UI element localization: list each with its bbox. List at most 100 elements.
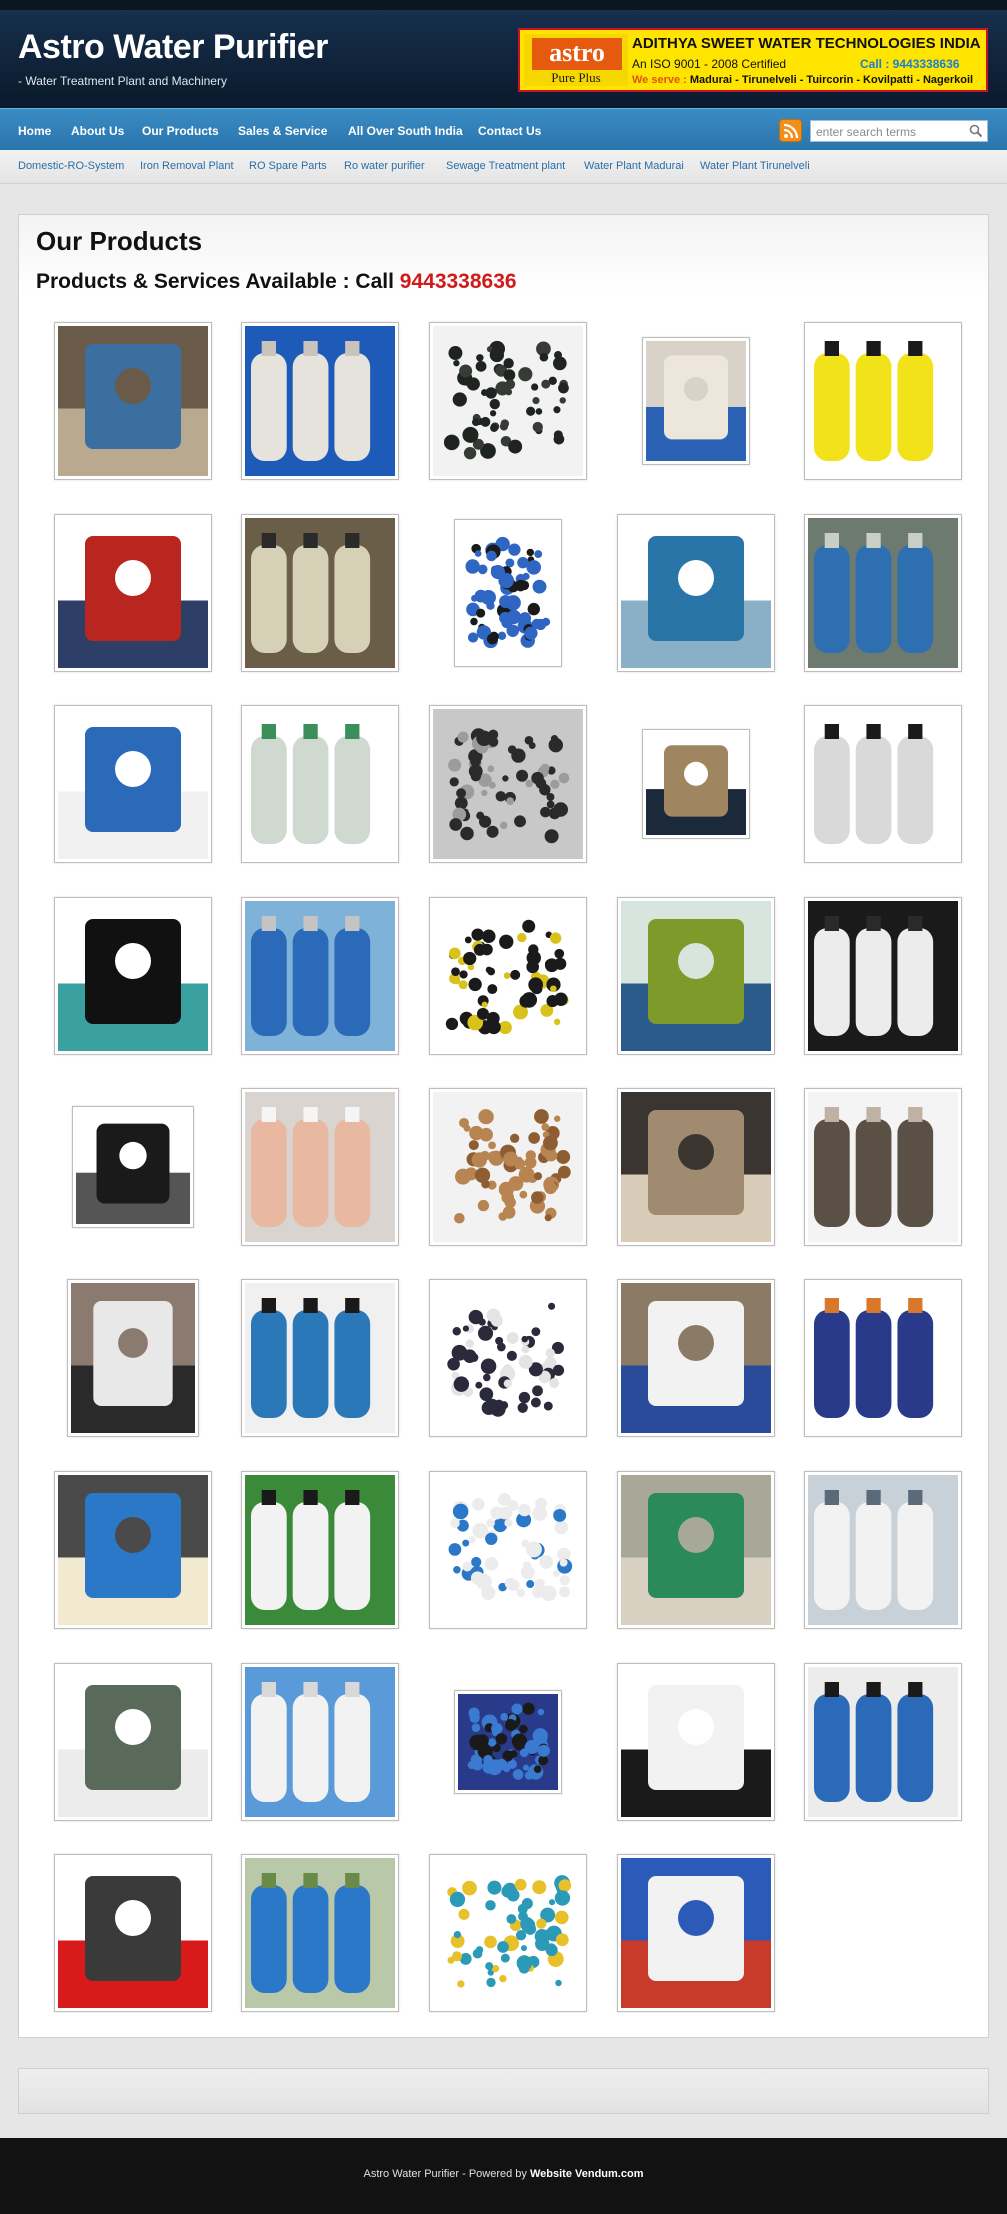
membrane-elements-image[interactable] xyxy=(642,729,750,839)
dosing-pump-navy-image[interactable] xyxy=(804,1279,962,1437)
sediment-cartridges-image[interactable] xyxy=(241,1471,399,1629)
string-wound-cartridges-image[interactable] xyxy=(642,337,750,465)
carbon-cartridges-image[interactable] xyxy=(54,1663,212,1821)
filter-housings-image-picture xyxy=(458,523,558,663)
filter-sand-image[interactable] xyxy=(429,1088,587,1246)
ro-membrane-image-picture xyxy=(58,1475,208,1625)
ro-membrane-image-graphic xyxy=(58,1493,208,1625)
manual-valve-image[interactable] xyxy=(72,1106,194,1228)
subnav-ro-water-purifier[interactable]: Ro water purifier xyxy=(344,160,425,172)
subnav-water-plant-madurai[interactable]: Water Plant Madurai xyxy=(584,160,684,172)
activated-carbon-image-graphic xyxy=(443,340,569,460)
frp-vessels-blue-image[interactable] xyxy=(804,514,962,672)
dosing-pump-yellow-image[interactable] xyxy=(804,322,962,480)
domestic-ro-unit-image[interactable] xyxy=(241,1663,399,1821)
dosing-pump-red-image[interactable] xyxy=(54,514,212,672)
dosing-pump-blue-image-picture xyxy=(245,1283,395,1433)
subnav-iron-removal-plant[interactable]: Iron Removal Plant xyxy=(140,160,234,172)
rotameters-image[interactable] xyxy=(241,705,399,863)
pebbles-image-picture xyxy=(621,1092,771,1242)
flow-meters-image[interactable] xyxy=(804,705,962,863)
stainless-housings-image[interactable] xyxy=(67,1279,199,1437)
search-icon[interactable] xyxy=(969,124,983,138)
activated-carbon-image-picture xyxy=(433,326,583,476)
activated-carbon-image[interactable] xyxy=(429,322,587,480)
subnav-domestic-ro-system[interactable]: Domestic-RO-System xyxy=(18,160,124,172)
filter-housings-image-graphic xyxy=(465,536,551,649)
dosing-pump-blue-image[interactable] xyxy=(241,1279,399,1437)
glass-rotameters-image[interactable] xyxy=(429,1854,587,2012)
banner-call: Call : 9443338636 xyxy=(860,57,960,71)
ro-plant-image[interactable] xyxy=(54,322,212,480)
dosing-pump-blue-image-graphic xyxy=(251,1298,371,1418)
subnav-sewage-treatment-plant[interactable]: Sewage Treatment plant xyxy=(446,160,565,172)
pebbles-image[interactable] xyxy=(617,1088,775,1246)
string-wound-cartridges-image-graphic xyxy=(646,355,746,461)
rotameters-red-image[interactable] xyxy=(54,1854,212,2012)
resin-bag-image-graphic xyxy=(621,1685,771,1817)
footer-credit-link[interactable]: Website Vendum.com xyxy=(530,2168,644,2180)
nav-sales-service[interactable]: Sales & Service xyxy=(238,124,327,138)
filter-housings-image[interactable] xyxy=(454,519,562,667)
frp-vessels-white-image[interactable] xyxy=(429,1471,587,1629)
multiport-valve-black-image-graphic xyxy=(58,919,208,1051)
pressure-filters-image[interactable] xyxy=(241,897,399,1055)
pebbles-image-graphic xyxy=(621,1110,771,1242)
jumbo-housings-image-picture xyxy=(808,1667,958,1817)
search-input[interactable] xyxy=(816,124,964,140)
salt-crystals-hands-image[interactable] xyxy=(241,1088,399,1246)
rotameters-grey-image-graphic xyxy=(814,1490,934,1610)
salt-crystals-hands-image-picture xyxy=(245,1092,395,1242)
nav-about-us[interactable]: About Us xyxy=(71,124,124,138)
dosing-pump-red-image-graphic xyxy=(58,536,208,668)
plant-room-green-image[interactable] xyxy=(617,897,775,1055)
jumbo-housings-image-graphic xyxy=(814,1682,934,1802)
frp-vessel-plant-image-picture xyxy=(245,518,395,668)
filter-gravel-image-graphic xyxy=(814,1107,934,1227)
ro-membrane-image[interactable] xyxy=(54,1471,212,1629)
rotameters-grey-image[interactable] xyxy=(804,1471,962,1629)
ro-system-frame-image-graphic xyxy=(448,728,570,844)
top-strip xyxy=(0,0,1007,10)
filter-gravel-image[interactable] xyxy=(804,1088,962,1246)
ceramic-filter-candles-image[interactable] xyxy=(241,322,399,480)
site-title[interactable]: Astro Water Purifier xyxy=(18,28,328,67)
dosing-pump-yellow-image-graphic xyxy=(814,341,934,461)
acetal-resin-bag-image[interactable] xyxy=(804,897,962,1055)
subnav-ro-spare-parts[interactable]: RO Spare Parts xyxy=(249,160,327,172)
banner-serve: We serve : Madurai - Tirunelveli - Tuirc… xyxy=(632,74,973,86)
nav-home[interactable]: Home xyxy=(18,124,51,138)
header-banner-ad[interactable]: astro Pure Plus ADITHYA SWEET WATER TECH… xyxy=(518,28,988,92)
nav-our-products[interactable]: Our Products xyxy=(142,124,219,138)
outdoor-filters-green-image-picture xyxy=(621,1475,771,1625)
pleated-cartridges-image[interactable] xyxy=(617,1854,775,2012)
flow-meters-image-picture xyxy=(808,709,958,859)
dosing-pump-navy-image-picture xyxy=(808,1283,958,1433)
rss-button[interactable] xyxy=(779,119,802,142)
nav-all-over-south-india[interactable]: All Over South India xyxy=(348,124,463,138)
multiport-valve-black-image[interactable] xyxy=(54,897,212,1055)
ro-system-frame-image[interactable] xyxy=(429,705,587,863)
footer-widget-area xyxy=(18,2068,989,2114)
nav-contact-us[interactable]: Contact Us xyxy=(478,124,541,138)
chemical-tanks-image-graphic xyxy=(251,1873,371,1993)
multiport-valve-top-image[interactable] xyxy=(429,897,587,1055)
jumbo-housings-image[interactable] xyxy=(804,1663,962,1821)
string-wound-cartridges-image-picture xyxy=(646,341,746,461)
treatment-plant-blue-image[interactable] xyxy=(617,514,775,672)
treatment-plant-blue-image-picture xyxy=(621,518,771,668)
frp-vessel-plant-image[interactable] xyxy=(241,514,399,672)
astro-logo-sub: Pure Plus xyxy=(551,70,601,85)
chemical-tanks-image[interactable] xyxy=(241,1854,399,2012)
water-softener-image-picture xyxy=(58,709,208,859)
water-softener-image[interactable] xyxy=(54,705,212,863)
subnav-water-plant-tirunelveli[interactable]: Water Plant Tirunelveli xyxy=(700,160,810,172)
dosing-pump-white-image[interactable] xyxy=(429,1279,587,1437)
resin-bag-image-picture xyxy=(621,1667,771,1817)
chemical-sacks-image[interactable] xyxy=(617,1279,775,1437)
filter-housing-small-image[interactable] xyxy=(454,1690,562,1794)
outdoor-filters-green-image[interactable] xyxy=(617,1471,775,1629)
rotameters-image-picture xyxy=(245,709,395,859)
sediment-cartridges-image-graphic xyxy=(251,1490,371,1610)
resin-bag-image[interactable] xyxy=(617,1663,775,1821)
